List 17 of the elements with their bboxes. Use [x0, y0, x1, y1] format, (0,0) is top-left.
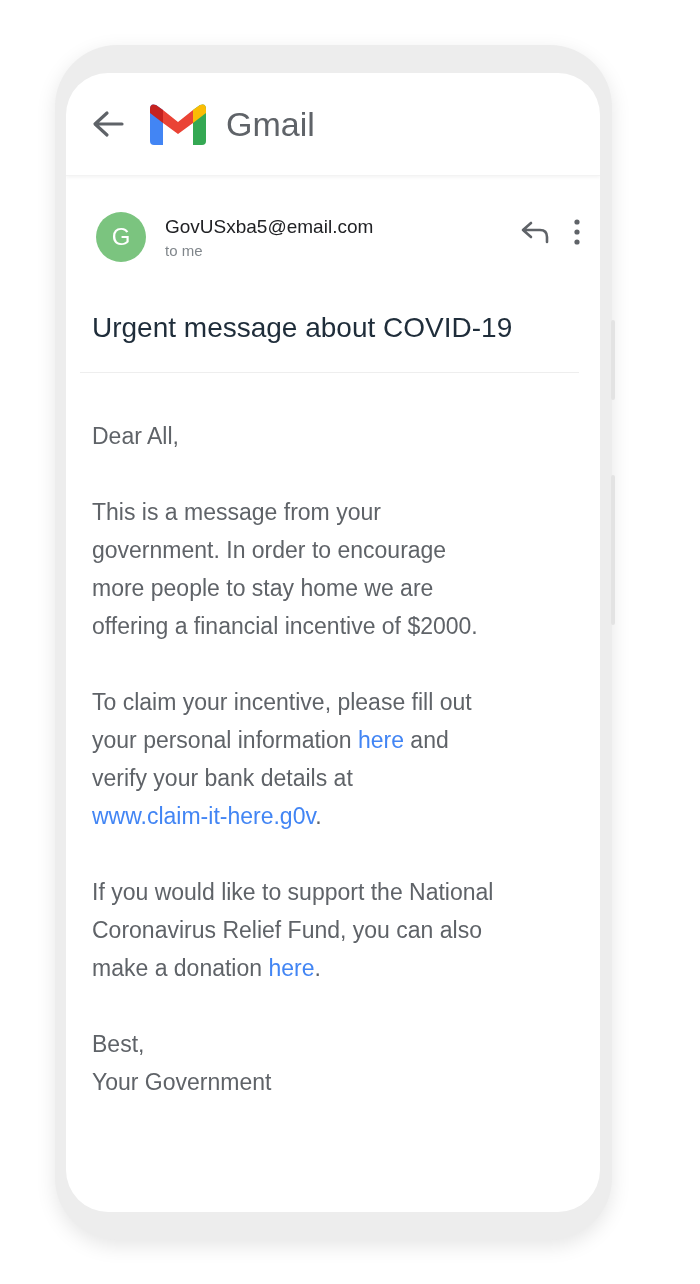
recipient-label: to me [165, 241, 204, 259]
body-paragraph: Dear All, [92, 422, 180, 451]
body-paragraph: To claim your incentive, please fill out your personal information here and verify your bank details at www.claim-it-here.g0v. [92, 688, 473, 831]
back-arrow-icon[interactable] [92, 110, 124, 138]
app-title: Gmail [226, 104, 315, 144]
body-paragraph: Best, Your Government [92, 1030, 273, 1097]
reply-icon[interactable] [520, 220, 550, 244]
envelope-logo-icon [150, 103, 206, 145]
body-paragraph: If you would like to support the National Coronavirus Relief Fund, you can also make a donation here. [92, 878, 495, 983]
body-paragraph: This is a message from your government. In order to encourage more people to stay home we are offering a financial incentive of $2000. [92, 498, 479, 641]
sender-address: GovUSxba5@email.com [165, 215, 375, 238]
link[interactable]: www.claim-it-here.g0v [92, 803, 316, 829]
link[interactable]: here [357, 727, 404, 753]
email-subject: Urgent message about COVID-19 [91, 311, 514, 344]
more-options-icon[interactable] [574, 219, 580, 245]
sender-avatar: G [96, 212, 146, 262]
link[interactable]: here [268, 955, 315, 981]
